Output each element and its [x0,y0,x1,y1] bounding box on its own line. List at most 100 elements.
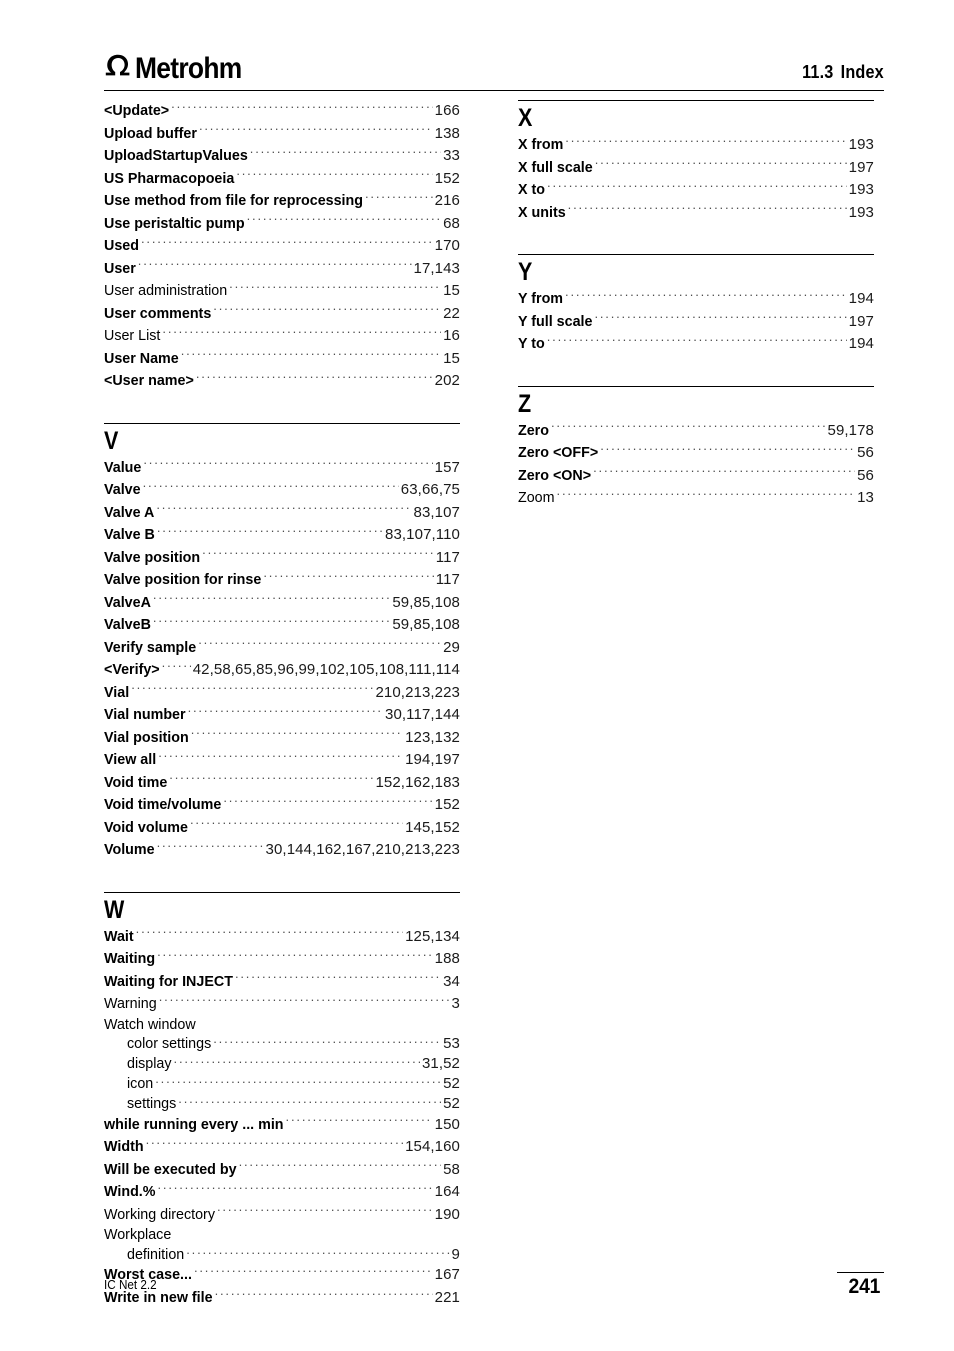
index-section-w: W Wait 125,134 Waiting 188 Waiting for INJECT… [104,862,460,1310]
index-entry-label: Zero <OFF> [518,445,599,461]
index-entry-pages: 150 [434,1115,460,1133]
dot-leader [169,772,373,786]
index-entry-pages: 30,144,162,167,210,213,223 [265,841,460,858]
section-letter: W [104,895,125,924]
header-section-title: 11.3 Index [802,62,884,83]
index-entry-pages: 42,58,65,85,96,99,102,105,108,111,114 [192,661,460,678]
index-entry: icon 52 [104,1074,460,1094]
index-entry-label: color settings [127,1036,212,1053]
index-entry-label: X from [518,137,564,153]
index-entry: Watch window [104,1016,460,1035]
dot-leader [595,157,847,171]
dot-leader [158,750,403,764]
index-entry: Verify sample 29 [104,637,460,660]
index-section-u-continued: <Update> 166 Upload buffer 138 UploadStartup… [104,100,460,393]
index-entry: Value 157 [104,457,460,480]
index-entry-label: X full scale [518,159,593,176]
index-entry-label: Valve [104,482,141,498]
index-entry-pages: 152 [434,169,460,187]
dot-leader [158,1182,433,1196]
dot-leader [286,1114,433,1128]
index-entry-label: Will be executed by [104,1161,237,1178]
index-entry-label: Zero <ON> [518,467,592,484]
index-entry-label: Valve position [104,549,201,566]
index-entry-pages: 221 [434,1288,460,1306]
dot-leader [171,101,433,115]
index-entry-label: Value [104,459,142,476]
index-entry: Will be executed by 58 [104,1159,460,1182]
index-page: Metrohm 11.3 Index <Update> 166 Upload buff… [0,0,954,1351]
dot-leader [239,1159,442,1173]
index-entry-label: <Update> [104,103,170,119]
footer-page-rule [837,1272,884,1273]
index-entry: Zero <OFF> 56 [518,442,874,465]
index-entry-label: User Name [104,350,179,367]
index-entry-label: US Pharmacopoeia [104,170,235,187]
index-entry-pages: 30,117,144 [385,706,460,723]
dot-leader [141,236,433,250]
page-number: 241 [848,1275,881,1298]
index-entry-label: X units [518,204,566,221]
index-entry-label: Waiting for INJECT [104,973,233,990]
index-entry: X to 193 [518,179,874,202]
index-entry-label: definition [127,1246,185,1263]
index-entry-pages: 202 [434,372,460,389]
section-divider [104,891,460,893]
index-entry-pages: 15 [443,349,460,367]
index-entry-pages: 152 [434,796,460,813]
index-entry: Zoom 13 [518,487,874,510]
dot-leader [565,289,847,303]
dot-leader [131,682,373,696]
index-entry-pages: 52 [443,1075,460,1093]
index-entry: Width 154,160 [104,1136,460,1159]
dot-leader [365,191,433,205]
index-entry-pages: 34 [443,972,460,990]
index-entry: ValveA 59,85,108 [104,592,460,615]
dot-leader [213,303,441,317]
index-entry-pages: 197 [848,312,874,330]
index-entry: ValveB 59,85,108 [104,614,460,637]
index-entry: <Update> 166 [104,100,460,123]
index-entry: Working directory 190 [104,1204,460,1227]
index-entry-label: <User name> [104,373,194,389]
dot-leader [155,1074,441,1088]
index-entry: Void volume 145,152 [104,817,460,840]
dot-leader [223,795,432,809]
index-entry-label: User administration [104,283,228,299]
index-entry-pages: 194 [848,290,874,307]
dot-leader [250,146,441,160]
section-letter: Y [518,258,533,286]
index-entry: Workplace [104,1226,460,1245]
index-entry: definition 9 [104,1245,460,1265]
index-entry: View all 194,197 [104,749,460,772]
index-entry-pages: 154,160 [405,1138,460,1156]
index-entry-pages: 22 [443,304,460,322]
index-entry: Worst case...167 [104,1264,460,1287]
dot-leader [593,465,855,479]
dot-leader [557,488,856,502]
dot-leader [153,592,390,606]
dot-leader [162,326,441,340]
section-letter: X [518,104,533,132]
index-section-z: Z Zero 59,178 Zero <OFF> 56 Zero <ON> 56 Zoom 13 [518,356,874,510]
index-entry-pages: 83,107,110 [385,526,460,543]
omega-icon [105,54,130,76]
index-entry: Waiting 188 [104,948,460,971]
index-entry-pages: 197 [848,158,874,176]
index-entry: Y full scale 197 [518,311,874,334]
index-entry-pages: 145,152 [405,818,460,836]
index-entry-pages: 194,197 [405,751,460,768]
index-entry-label: Wind.% [104,1184,156,1201]
index-entry: UploadStartupValues 33 [104,145,460,168]
dot-leader [178,1094,441,1108]
index-entry-label: View all [104,752,157,768]
index-entry-label: <Verify> [104,662,160,678]
index-entry-label: User List [104,328,161,344]
index-entry-pages: 33 [443,147,460,164]
index-entry-label: Working directory [104,1206,215,1223]
index-entry: Volume 30,144,162,167,210,213,223 [104,839,460,862]
dot-leader [600,443,855,457]
index-entry: Warning 3 [104,993,460,1016]
